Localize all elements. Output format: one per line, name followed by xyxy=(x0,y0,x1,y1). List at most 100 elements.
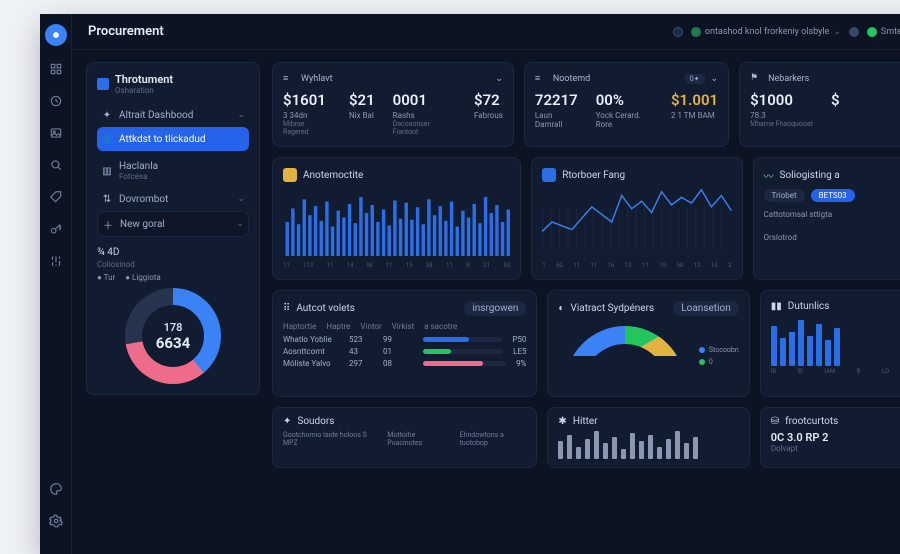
top-link-2[interactable]: Smter Ensj xyxy=(867,27,900,37)
kpi-label: Laun Damrall xyxy=(535,111,578,129)
chart-b-axis: 1501111161311195013102 xyxy=(542,262,731,269)
bell-icon[interactable] xyxy=(849,27,859,37)
donut-chart: 178 6634 xyxy=(125,288,221,384)
kpi-value: 0001 xyxy=(393,91,456,109)
small-bars-axis: lBlBIAMBLDO xyxy=(771,368,900,375)
logo-icon[interactable] xyxy=(45,24,67,46)
db-icon: ⛁ xyxy=(771,416,779,427)
kpi-value: $ xyxy=(831,91,840,109)
kpi-value: $1.001 xyxy=(671,91,718,109)
bottom-b: ✱Hitter xyxy=(547,407,749,468)
bottom-c: ⛁frootcurtots 0C 3.0 RP 2 Dolvapt xyxy=(760,407,900,468)
hitter-bars xyxy=(558,431,738,459)
sidebar-item-selected[interactable]: 👤 Attkdst to tlickadud xyxy=(97,127,249,151)
settings-icon[interactable] xyxy=(47,512,65,530)
image-icon[interactable] xyxy=(47,124,65,142)
kpi-card-a: ≡Wyhlavt⌄ $16013 34dnMibrae Regered$21Ni… xyxy=(272,62,514,147)
donut-value-1: 178 xyxy=(164,321,183,334)
kpi-label: 78.3 xyxy=(750,111,813,120)
clock-icon[interactable] xyxy=(47,92,65,110)
bottom-c-v2: Dolvapt xyxy=(771,444,900,453)
palette-icon[interactable] xyxy=(47,480,65,498)
kpi-row: ≡Wyhlavt⌄ $16013 34dnMibrae Regered$21Ni… xyxy=(272,62,900,147)
table-row[interactable]: Móliste Yalvo297089% xyxy=(283,359,526,368)
chart-a-icon xyxy=(283,168,297,182)
list-icon: ≡ xyxy=(283,73,295,85)
sidebar-title: Throtument xyxy=(115,73,173,86)
kpi-label: 2 1 TM BAM xyxy=(671,111,718,120)
sliders-icon[interactable] xyxy=(47,252,65,270)
kpi-label: Rashs xyxy=(393,111,456,120)
tag-1[interactable]: Triobet xyxy=(764,189,805,202)
chart-b-line xyxy=(542,188,731,256)
app-frame: Procurement ontashod knol frorkeniy olsb… xyxy=(40,14,900,554)
kpi-b-pill[interactable]: 0✦ xyxy=(685,74,705,84)
grid-icon[interactable] xyxy=(47,60,65,78)
kpi-card-c: ⚑Nebarkers $100078.3Mharne Fhaoquooat$ xyxy=(739,62,900,147)
kpi-value: $1000 xyxy=(750,91,813,109)
kpi-value: 00% xyxy=(596,91,653,109)
table-row[interactable]: Aosnttcomt4301LE5 xyxy=(283,347,526,356)
lower-row: ⠿Autcot voletsinsrgowen HaptortieHaptreV… xyxy=(272,290,900,397)
chevron-down-icon[interactable]: ⌄ xyxy=(711,74,719,84)
bottom-row: ✦Soudors Gootchomio laide holoos S MPZ M… xyxy=(272,407,900,468)
star-icon: ✱ xyxy=(558,416,566,427)
kpi-label: Fabrous xyxy=(474,111,503,120)
sidebar-item-swap[interactable]: ⇅ Dovrombot ⌄ xyxy=(97,187,249,211)
chevron-down-icon: ⌄ xyxy=(237,194,245,204)
chart-c-line2: Orslotrod xyxy=(764,233,900,242)
chevron-down-icon: ⌄ xyxy=(237,110,245,120)
chart-a-axis: 111131114M11153811R3150 xyxy=(283,262,510,269)
tag-2[interactable]: BETS03 xyxy=(811,189,855,202)
sidebar-subtitle: Osharation xyxy=(115,86,173,95)
chart-a-bars xyxy=(283,188,510,256)
swap-icon: ⇅ xyxy=(101,193,113,205)
legend-a: ● Tur xyxy=(97,273,115,282)
sidebar-item-dashboard[interactable]: ✦ Altrait Dashbood ⌄ xyxy=(97,103,249,127)
top-link-1[interactable]: ontashod knol frorkeniy olsbyle⌄ xyxy=(691,27,841,37)
doc-icon xyxy=(97,78,109,90)
folder-icon: ▥ xyxy=(101,165,113,177)
sidebar-item-new[interactable]: ＋ New goral ⌄ xyxy=(97,211,249,237)
sidebar-item-folder[interactable]: ▥ Haclanla Fotcesa xyxy=(97,155,249,187)
gauge-icon: ◐ xyxy=(558,303,564,314)
chart-c-line1: Cattotomsal sttigta xyxy=(764,210,900,219)
chart-b: Rtorboer Fang 1501111161311195013102 xyxy=(531,157,742,280)
legend-b: ● Liggiota xyxy=(125,273,161,282)
gauge-badge[interactable]: Loansetion xyxy=(673,301,738,316)
chart-a: Anotemoctite 111131114M11153811R3150 xyxy=(272,157,521,280)
topbar-right: ontashod knol frorkeniy olsbyle⌄ Smter E… xyxy=(673,27,900,37)
globe-icon[interactable] xyxy=(673,27,683,37)
spark-icon: ✦ xyxy=(283,416,291,427)
bottom-a: ✦Soudors Gootchomio laide holoos S MPZ M… xyxy=(272,407,537,468)
topbar: Procurement ontashod knol frorkeniy olsb… xyxy=(72,14,900,50)
content: Throtument Osharation ✦ Altrait Dashbood… xyxy=(72,50,900,480)
kpi-label: Yock Cerard. Rore xyxy=(596,111,653,129)
donut-subtitle: Coliosinod xyxy=(97,260,249,269)
bottom-c-v1: 0C 3.0 RP 2 xyxy=(771,431,900,444)
table-badge[interactable]: insrgowen xyxy=(464,301,526,316)
table-row[interactable]: Whatlo Yoblie52399P50 xyxy=(283,335,526,344)
search-icon[interactable] xyxy=(47,156,65,174)
chevron-down-icon[interactable]: ⌄ xyxy=(495,74,503,84)
tag-icon[interactable] xyxy=(47,188,65,206)
kpi-card-b: ≡Nootemd0✦⌄ 72217Laun Damrall00%Yock Cer… xyxy=(524,62,729,147)
kpi-value: $72 xyxy=(474,91,503,109)
key-icon[interactable] xyxy=(47,220,65,238)
kpi-label: 3 34dn xyxy=(283,111,331,120)
kpi-value: 72217 xyxy=(535,91,578,109)
gauge-card: ◐Viatract SydpénersLoansetion Stocoobn 0 xyxy=(547,290,749,397)
kpi-value: $21 xyxy=(349,91,375,109)
donut-value-2: 6634 xyxy=(156,334,190,352)
sparkle-icon: ✦ xyxy=(101,109,113,121)
page-title: Procurement xyxy=(88,24,164,39)
bars-icon: ▮▮ xyxy=(771,301,782,312)
small-bars xyxy=(771,320,900,366)
gauge-legend: Stocoobn 0 xyxy=(699,346,739,366)
chevron-down-icon: ⌄ xyxy=(833,27,841,37)
chart-c: 〰Soliogisting a Triobet BETS03 Cattotoms… xyxy=(753,157,900,280)
chevron-down-icon: ⌄ xyxy=(236,219,244,229)
user-icon: 👤 xyxy=(101,133,113,145)
kpi-value: $1601 xyxy=(283,91,331,109)
sidebar: Throtument Osharation ✦ Altrait Dashbood… xyxy=(86,62,260,468)
